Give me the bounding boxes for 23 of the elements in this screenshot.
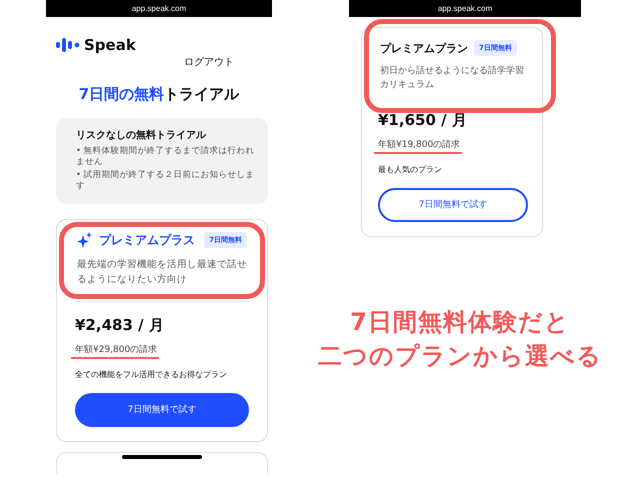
logout-link[interactable]: ログアウト bbox=[184, 55, 234, 69]
caption-text: 二つのプランから選べる bbox=[317, 340, 603, 372]
plan-name: プレミアムプラン bbox=[380, 40, 468, 56]
annual-price: 年額¥29,800の請求 bbox=[75, 344, 158, 356]
plan-note: 最も人気のプラン bbox=[378, 164, 443, 175]
trial-button[interactable]: 7日間無料で試す bbox=[378, 188, 528, 222]
brand-name: Speak bbox=[84, 36, 136, 54]
logo-icon bbox=[56, 38, 80, 52]
notice-title: リスクなしの無料トライアル bbox=[76, 128, 208, 142]
url-text: app.speak.com bbox=[438, 4, 492, 13]
annual-price: 年額¥19,800の請求 bbox=[378, 138, 460, 151]
plan-name: プレミアムプラス bbox=[99, 232, 196, 248]
plan-price: ¥2,483 / 月 bbox=[75, 316, 165, 335]
notice-bullet: • 無料体験期間が終了するまで請求は行われません bbox=[76, 146, 256, 168]
plan-price: ¥1,650 / 月 bbox=[378, 110, 468, 130]
plan-note: 全ての機能をフル活用できるお得なプラン bbox=[75, 368, 228, 380]
plan-description: 初日から話せるようになる語学学習カリキュラム bbox=[380, 64, 525, 92]
caption-text: 7日間無料体験だと bbox=[349, 307, 571, 338]
trial-button[interactable]: 7日間無料で試す bbox=[75, 392, 249, 427]
page-title: 7日間の無料 トライアル bbox=[78, 85, 240, 104]
url-text: app.speak.com bbox=[132, 4, 186, 13]
plan-description: 最先端の学習機能を活用し最速で話せるようになりたい方向け bbox=[77, 258, 247, 287]
notice-bullet: • 試用期間が終了する２日前にお知らせします bbox=[76, 170, 256, 192]
